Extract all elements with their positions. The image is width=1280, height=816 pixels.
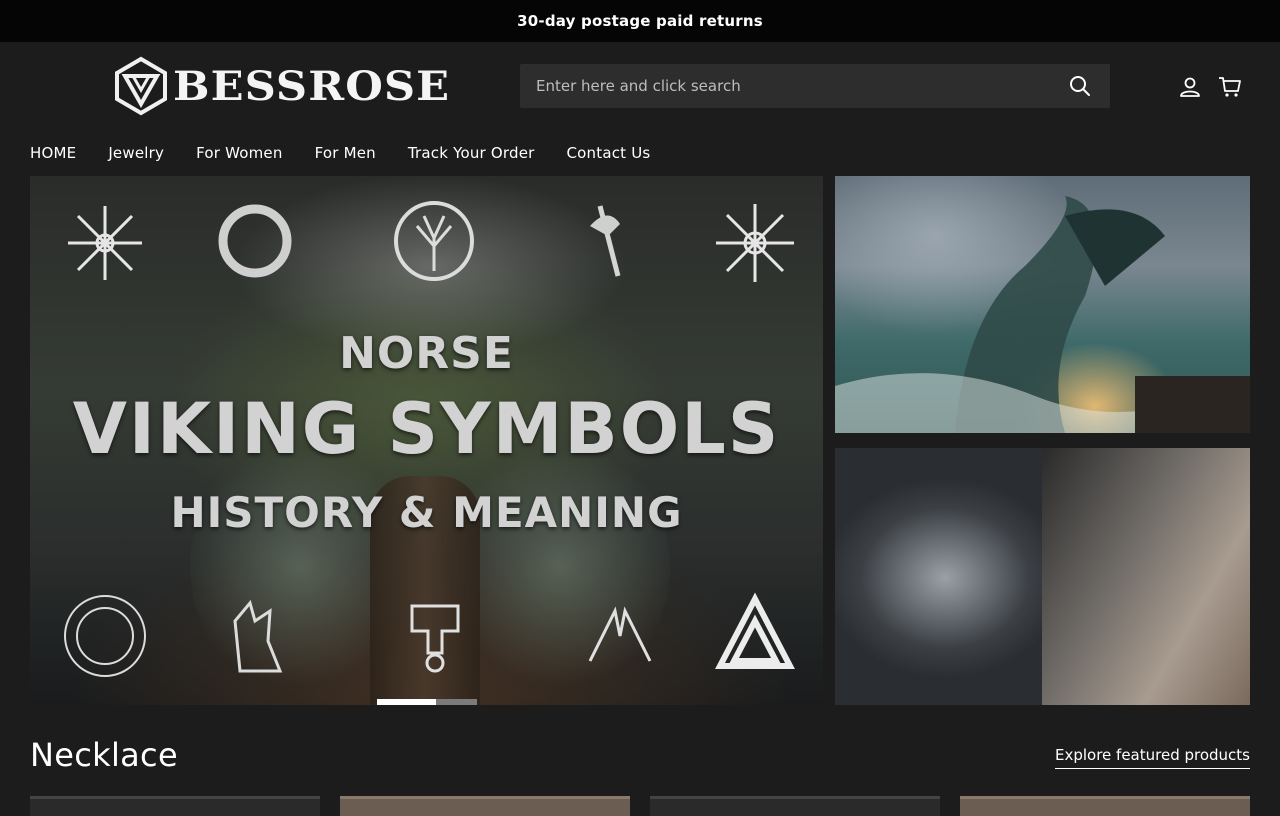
helm-of-awe-icon — [710, 198, 800, 288]
product-grid — [30, 796, 1250, 816]
ravens-icon — [575, 591, 665, 681]
wolf-icon — [210, 591, 300, 681]
nav-item-jewelry[interactable]: Jewelry — [108, 144, 164, 162]
search-bar — [520, 64, 1110, 108]
search-button[interactable] — [1050, 64, 1110, 108]
product-card[interactable] — [340, 796, 630, 816]
necklace-section: Necklace Explore featured products — [30, 736, 1250, 774]
nav-item-home[interactable]: HOME — [30, 144, 76, 162]
product-card[interactable] — [30, 796, 320, 816]
bracelet-on-wrist-image — [1042, 448, 1250, 705]
search-icon — [1070, 76, 1090, 96]
slider-dot-active[interactable] — [377, 699, 436, 705]
mjolnir-icon — [390, 591, 480, 681]
axe-icon — [560, 196, 650, 286]
brand-emblem-icon — [115, 56, 167, 116]
product-card[interactable] — [960, 796, 1250, 816]
nav-item-track-order[interactable]: Track Your Order — [408, 144, 535, 162]
vegvisir-icon — [60, 198, 150, 288]
site-header: BESSROSE — [0, 42, 1280, 132]
nav-item-for-women[interactable]: For Women — [196, 144, 282, 162]
announcement-bar: 30-day postage paid returns — [0, 0, 1280, 42]
hero-subheading: HISTORY & MEANING — [170, 488, 683, 537]
dragon-illustration — [835, 196, 1250, 433]
hero-banner[interactable]: NORSE VIKING SYMBOLS HISTORY & MEANING — [30, 176, 823, 705]
announcement-text: 30-day postage paid returns — [517, 12, 763, 30]
brand-name: BESSROSE — [173, 62, 451, 110]
ouroboros-icon — [210, 196, 300, 286]
search-input[interactable] — [520, 64, 1050, 108]
nav-item-for-men[interactable]: For Men — [315, 144, 376, 162]
bracelet-product-image — [835, 448, 1042, 705]
nav-item-contact-us[interactable]: Contact Us — [567, 144, 651, 162]
slider-dot[interactable] — [436, 699, 477, 705]
dragon-viking-banner[interactable] — [835, 176, 1250, 433]
product-card[interactable] — [650, 796, 940, 816]
slider-pagination — [377, 699, 477, 705]
rune-circle-icon — [60, 591, 150, 681]
account-button[interactable] — [1177, 74, 1203, 100]
cart-icon — [1219, 77, 1241, 97]
cart-button[interactable] — [1217, 74, 1243, 100]
brand-logo[interactable]: BESSROSE — [113, 56, 449, 116]
explore-featured-link[interactable]: Explore featured products — [1054, 746, 1250, 769]
user-icon — [1180, 77, 1200, 97]
main-nav: HOME Jewelry For Women For Men Track You… — [30, 132, 650, 174]
hero-heading-main: VIKING SYMBOLS — [72, 388, 781, 470]
tree-of-life-icon — [389, 196, 479, 286]
dragon-bracelet-banner[interactable] — [835, 448, 1250, 705]
valknut-icon — [710, 591, 800, 681]
hero-heading-small: NORSE — [339, 328, 514, 379]
